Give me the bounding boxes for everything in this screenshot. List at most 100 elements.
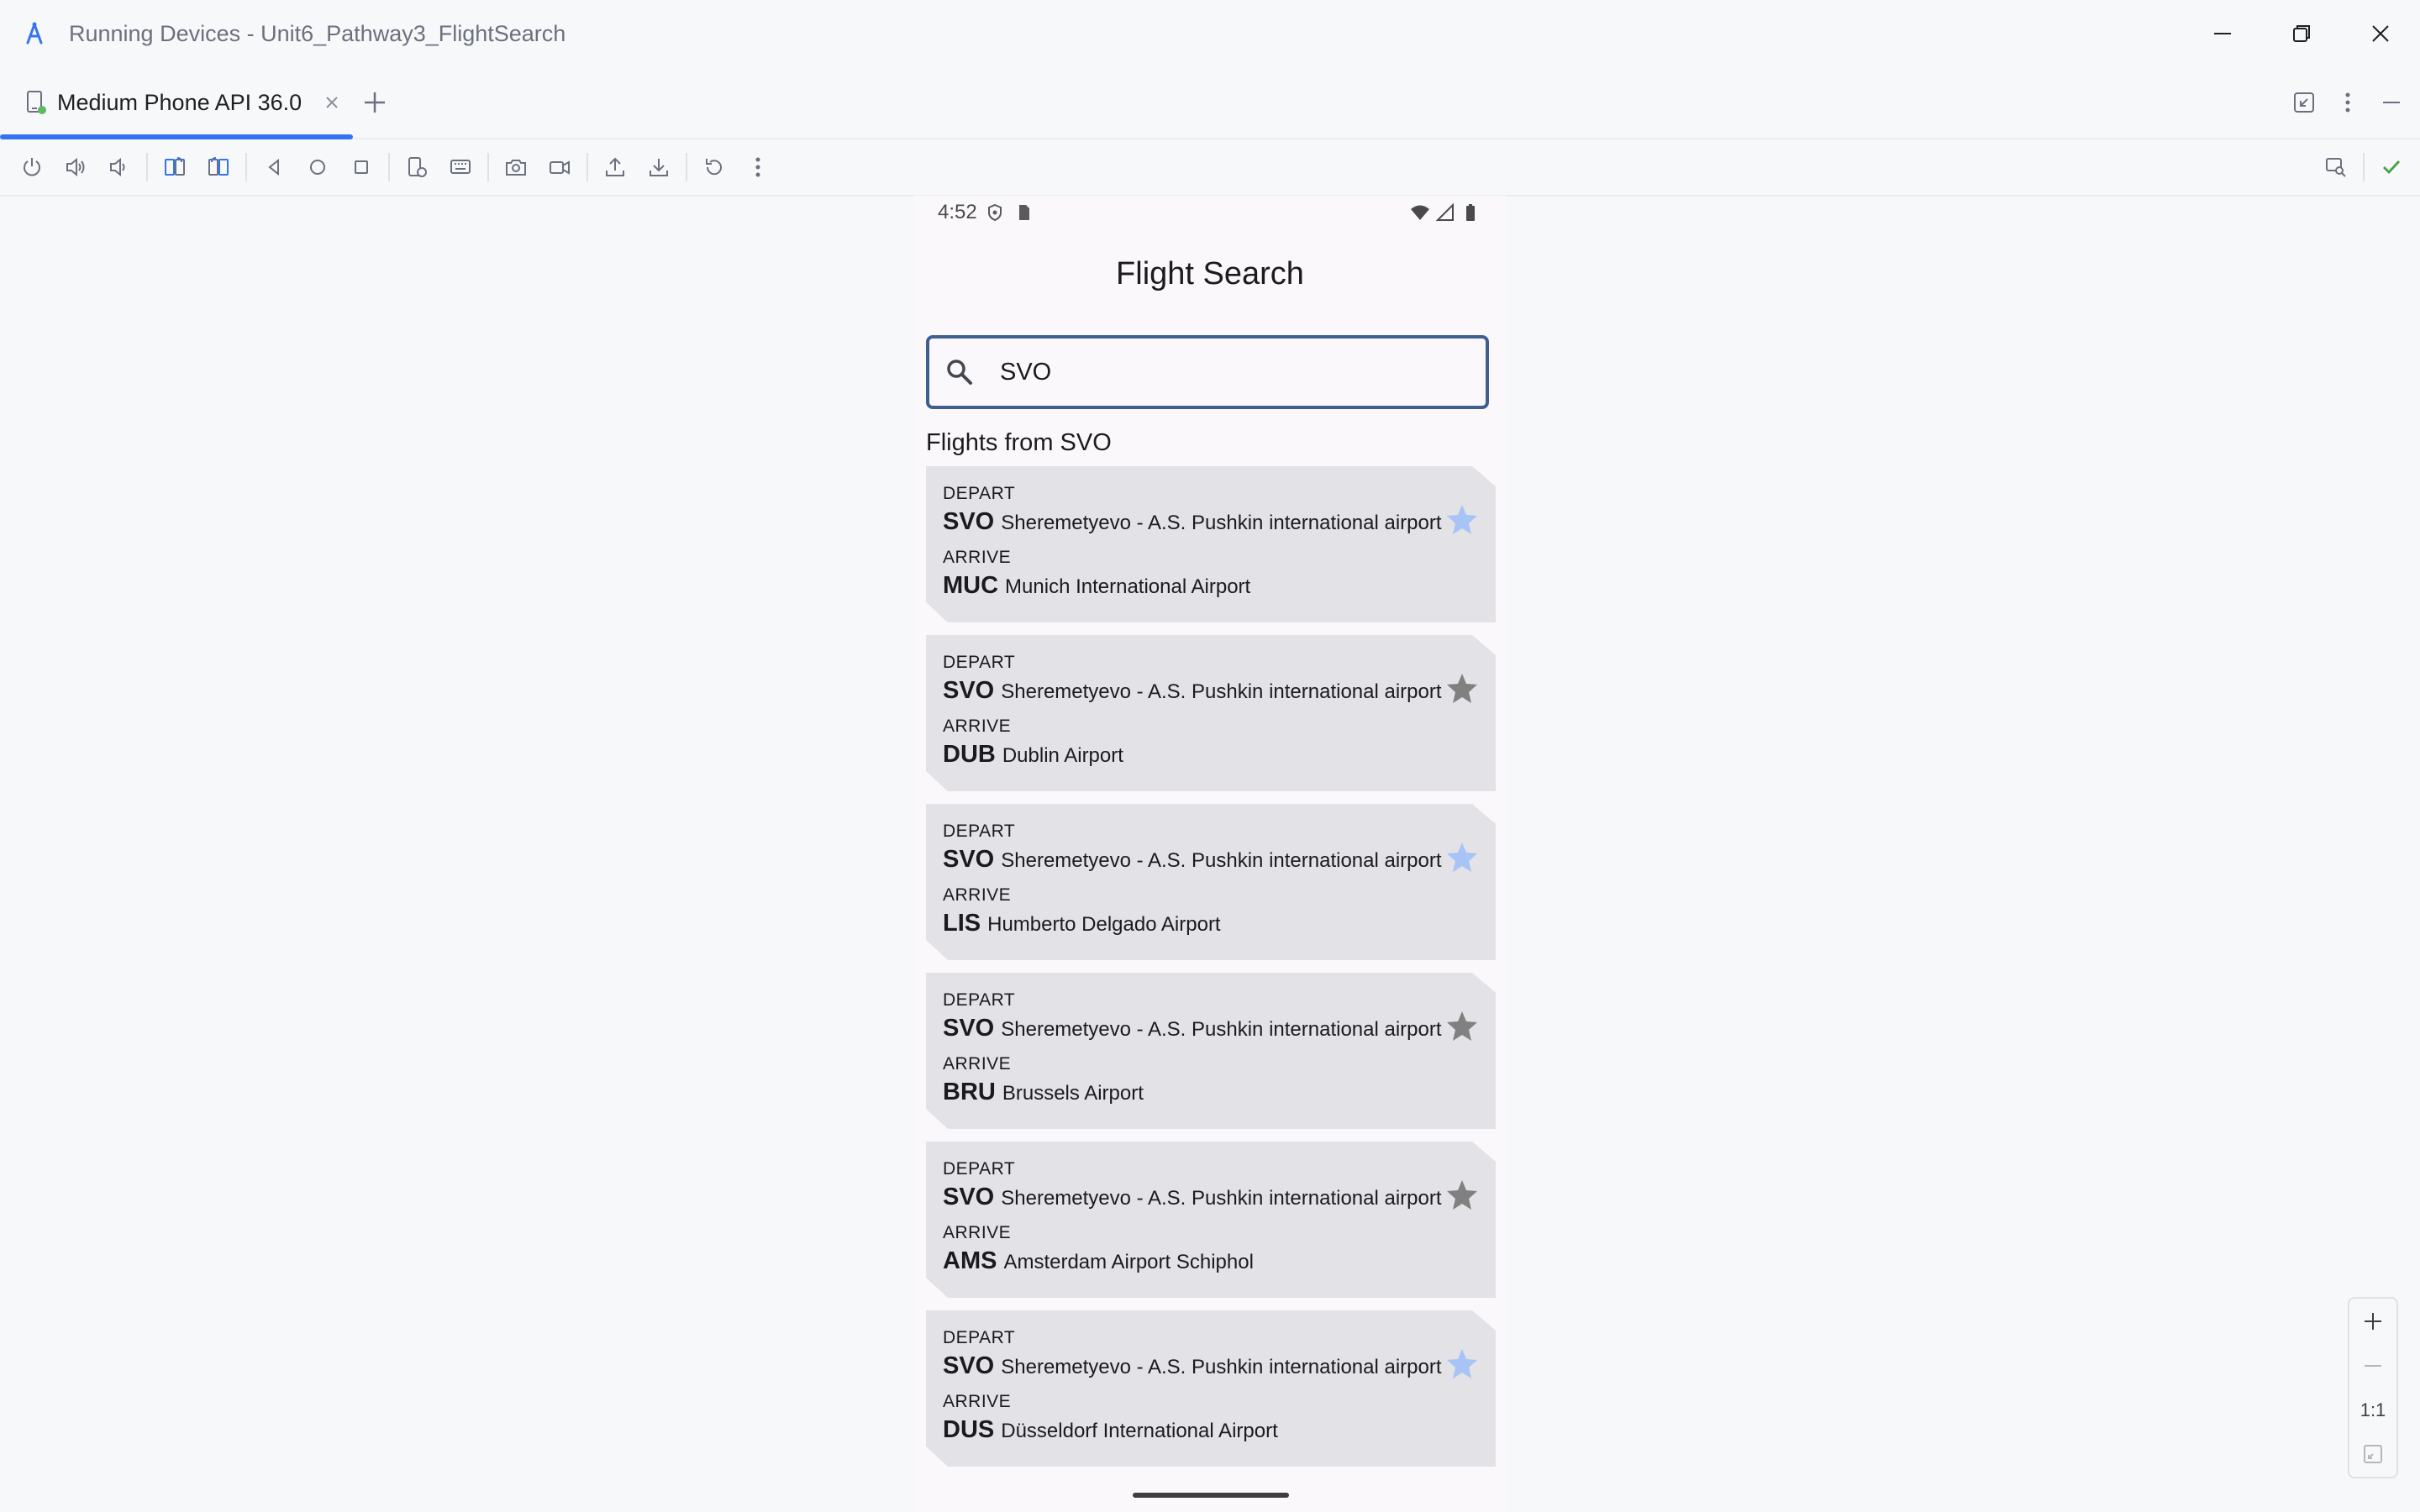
search-field[interactable] [926, 335, 1489, 409]
arrive-code: DUS [943, 1416, 995, 1443]
close-window-button[interactable] [2341, 0, 2420, 67]
device-state-icon [408, 157, 427, 177]
minimize-icon [2214, 33, 2231, 34]
push-file-button[interactable] [593, 145, 637, 189]
arrive-airport-name: Dublin Airport [1002, 744, 1123, 767]
volume-up-button[interactable] [54, 145, 97, 189]
device-state-button[interactable] [395, 145, 439, 189]
signal-icon [1435, 202, 1454, 221]
favorite-star-icon[interactable] [1444, 670, 1481, 707]
fit-screen-icon[interactable] [2361, 1442, 2385, 1466]
rotate-left-button[interactable] [153, 145, 197, 189]
device-toolbar [0, 139, 2420, 197]
flight-card[interactable]: DEPART SVO Sheremetyevo - A.S. Pushkin int… [926, 804, 1496, 960]
flight-card[interactable]: DEPART SVO Sheremetyevo - A.S. Pushkin int… [926, 466, 1496, 622]
more-options-button[interactable] [736, 145, 780, 189]
power-icon [24, 158, 40, 176]
rotate-left-icon [165, 157, 185, 176]
close-tab-icon[interactable] [324, 94, 340, 111]
screenshot-button[interactable] [494, 145, 538, 189]
zoom-panel: 1:1 [2348, 1297, 2398, 1478]
depart-code: SVO [943, 1184, 995, 1210]
depart-row: SVO Sheremetyevo - A.S. Pushkin internati… [943, 846, 1442, 874]
favorite-star-icon[interactable] [1444, 501, 1481, 538]
status-left-icons [985, 202, 1034, 223]
ui-inspect-button[interactable] [2314, 145, 2358, 189]
flight-list: DEPART SVO Sheremetyevo - A.S. Pushkin int… [926, 466, 1496, 1479]
minimize-panel-icon [2383, 102, 2400, 103]
keyboard-button[interactable] [439, 145, 482, 189]
depart-airport-name: Sheremetyevo - A.S. Pushkin internationa… [1001, 680, 1442, 703]
toolbar-separator [245, 153, 247, 181]
arrive-airport-name: Düsseldorf International Airport [1001, 1420, 1278, 1442]
arrive-code: DUB [943, 741, 996, 768]
favorite-star-icon[interactable] [1444, 1008, 1481, 1045]
shield-icon [988, 203, 1002, 222]
overview-button[interactable] [339, 145, 383, 189]
reset-button[interactable] [692, 145, 736, 189]
screenshot-icon [506, 160, 526, 176]
window-controls [2183, 0, 2420, 67]
arrive-code: MUC [943, 572, 999, 599]
restore-button[interactable] [2262, 0, 2341, 67]
arrive-code: AMS [943, 1247, 997, 1274]
flight-card[interactable]: DEPART SVO Sheremetyevo - A.S. Pushkin int… [926, 973, 1496, 1129]
toolbar-right [2314, 145, 2413, 189]
volume-down-button[interactable] [97, 145, 141, 189]
depart-code: SVO [943, 1352, 995, 1379]
shrink-icon [2294, 92, 2314, 113]
arrive-label: ARRIVE [943, 548, 1012, 567]
device-screen[interactable]: 4:52 Flight Search Flights from SVO DEPA… [914, 196, 1506, 1512]
tab-options-button[interactable] [2326, 81, 2370, 124]
tabbar-actions [2282, 67, 2420, 138]
depart-airport-name: Sheremetyevo - A.S. Pushkin internationa… [1001, 1187, 1442, 1210]
depart-airport-name: Sheremetyevo - A.S. Pushkin internationa… [1001, 512, 1442, 534]
check-icon [2383, 160, 2401, 175]
flight-card[interactable]: DEPART SVO Sheremetyevo - A.S. Pushkin int… [926, 1142, 1496, 1298]
flight-card[interactable]: DEPART SVO Sheremetyevo - A.S. Pushkin int… [926, 1310, 1496, 1467]
hide-panel-button[interactable] [2370, 81, 2413, 124]
depart-code: SVO [943, 846, 995, 873]
toolbar-separator [2363, 153, 2365, 181]
zoom-out-icon[interactable] [2361, 1354, 2385, 1378]
status-bar: 4:52 [914, 196, 1506, 229]
close-icon [2372, 25, 2389, 42]
favorite-star-icon[interactable] [1444, 839, 1481, 876]
arrive-label: ARRIVE [943, 1392, 1012, 1411]
arrive-code: LIS [943, 910, 981, 937]
zoom-in-icon[interactable] [2361, 1310, 2385, 1333]
depart-airport-name: Sheremetyevo - A.S. Pushkin internationa… [1001, 849, 1442, 872]
pull-file-button[interactable] [637, 145, 681, 189]
status-time: 4:52 [938, 201, 977, 223]
arrive-row: BRU Brussels Airport [943, 1079, 1144, 1106]
favorite-star-icon[interactable] [1444, 1346, 1481, 1383]
back-button[interactable] [252, 145, 296, 189]
arrive-airport-name: Brussels Airport [1002, 1082, 1144, 1105]
depart-code: SVO [943, 1015, 995, 1042]
section-title: Flights from SVO [926, 429, 1112, 456]
actual-size-button[interactable]: 1:1 [2360, 1399, 2386, 1421]
rotate-right-button[interactable] [197, 145, 240, 189]
screen-record-button[interactable] [538, 145, 581, 189]
depart-code: SVO [943, 677, 995, 704]
flight-card[interactable]: DEPART SVO Sheremetyevo - A.S. Pushkin int… [926, 635, 1496, 791]
add-tab-icon[interactable] [360, 87, 390, 118]
favorite-star-icon[interactable] [1444, 1177, 1481, 1214]
home-button[interactable] [296, 145, 339, 189]
search-input[interactable] [998, 357, 1472, 387]
shrink-window-button[interactable] [2282, 81, 2326, 124]
power-button[interactable] [10, 145, 54, 189]
screen-record-icon [550, 160, 570, 175]
status-check-button[interactable] [2370, 145, 2413, 189]
arrive-airport-name: Amsterdam Airport Schiphol [1003, 1251, 1254, 1273]
tab-medium-phone[interactable]: Medium Phone API 36.0 [0, 67, 353, 139]
depart-row: SVO Sheremetyevo - A.S. Pushkin internati… [943, 677, 1442, 705]
overview-icon [355, 160, 368, 174]
minimize-button[interactable] [2183, 0, 2262, 67]
gesture-home-bar[interactable] [1133, 1493, 1289, 1498]
depart-label: DEPART [943, 822, 1016, 841]
depart-label: DEPART [943, 990, 1016, 1010]
app-title: Flight Search [1116, 256, 1304, 291]
depart-label: DEPART [943, 484, 1016, 503]
arrive-label: ARRIVE [943, 1223, 1012, 1242]
